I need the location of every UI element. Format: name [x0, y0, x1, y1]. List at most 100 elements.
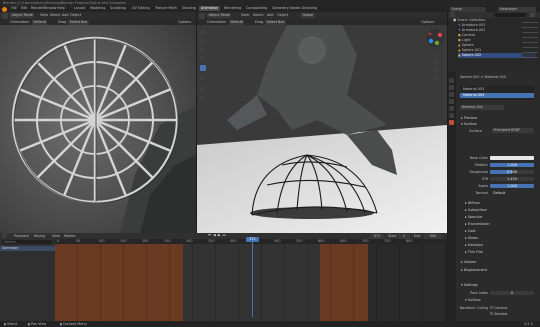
scene-selector[interactable]: Scene [450, 6, 486, 12]
rotate-tool-icon[interactable] [200, 56, 206, 62]
cursor-tool-icon[interactable] [200, 38, 206, 44]
tool-tab-icon[interactable] [449, 78, 454, 83]
material-name-field[interactable]: Material.004 [460, 105, 504, 110]
left-mode-dropdown[interactable]: Object Mode [10, 13, 35, 18]
specular-subsection[interactable]: ▸ Specular [465, 215, 483, 219]
right-menu-object[interactable]: Object [277, 13, 288, 17]
left-default-dropdown[interactable]: Default [32, 19, 48, 25]
sheen-subsection[interactable]: ▸ Sheen [465, 236, 478, 240]
outliner-search[interactable] [494, 13, 526, 17]
annotate-tool-icon[interactable] [200, 87, 206, 93]
filter-icon[interactable] [530, 13, 535, 17]
tab-compositing[interactable]: Compositing [244, 6, 269, 11]
preview-section[interactable]: ▸ Preview [461, 116, 477, 120]
settings-section[interactable]: ▾ Settings [461, 283, 478, 287]
playhead[interactable] [252, 237, 253, 317]
select-tool-icon[interactable] [200, 29, 206, 35]
right-mode-dropdown[interactable]: Object Mode [207, 13, 232, 18]
right-menu-view[interactable]: View [241, 13, 249, 17]
left-menu-add[interactable]: Add [62, 13, 69, 17]
material-slot[interactable]: Material.003 [463, 87, 484, 91]
left-viewport[interactable]: Object Mode View Select Add Object Orien… [0, 12, 196, 233]
tab-geometry-nodes[interactable]: Geometry Nodes [270, 6, 303, 11]
camera-checkbox[interactable]: Camera [490, 306, 507, 310]
camera-view-icon[interactable] [433, 68, 438, 73]
keying-menu[interactable]: Keying [34, 234, 45, 238]
volume-section[interactable]: ▸ Volume [461, 260, 476, 264]
tab-uv-editing[interactable]: UV Editing [130, 6, 152, 11]
tab-scripting[interactable]: Scripting [300, 6, 319, 11]
transform-orientation-dropdown[interactable]: Global [301, 13, 315, 18]
visibility-icons[interactable] [522, 20, 538, 60]
end-frame-field[interactable]: 500 [424, 233, 442, 239]
editor-type-icon[interactable] [2, 233, 7, 238]
navigation-gizmo[interactable] [425, 28, 445, 48]
pan-hand-icon[interactable] [433, 60, 438, 65]
render-tab-icon[interactable] [449, 85, 454, 90]
transmission-subsection[interactable]: ▸ Transmission [465, 222, 490, 226]
left-select-box[interactable]: Select Box [68, 19, 89, 25]
output-tab-icon[interactable] [449, 92, 454, 97]
timeline-search[interactable]: Search [2, 240, 52, 244]
pass-index-field[interactable]: 0 [490, 290, 534, 295]
menu-edit[interactable]: Edit [19, 6, 30, 11]
current-frame-field[interactable]: 371 [370, 233, 384, 239]
surface-shader-dropdown[interactable]: Principled BSDF [492, 128, 534, 133]
blender-logo-icon[interactable] [2, 6, 7, 12]
playback-menu[interactable]: Playback [14, 234, 29, 238]
modifier-tab-icon[interactable] [449, 113, 454, 118]
scale-tool-icon[interactable] [200, 65, 206, 71]
normal-field[interactable]: Default [490, 191, 534, 196]
playhead-label[interactable]: 371 [246, 237, 259, 242]
menu-file[interactable]: File [9, 6, 19, 11]
view-menu[interactable]: View [52, 234, 60, 238]
shadow-checkbox[interactable]: Shadow [490, 312, 507, 316]
right-menu-select[interactable]: Select [253, 13, 263, 17]
perspective-toggle-icon[interactable] [433, 76, 438, 81]
tab-sculpting[interactable]: Sculpting [108, 6, 128, 11]
left-options[interactable]: Options [178, 20, 191, 24]
diffuse-subsection[interactable]: ▸ Diffuse [465, 201, 480, 205]
left-menu-view[interactable]: View [40, 13, 48, 17]
tab-layout[interactable]: Layout [72, 6, 88, 11]
start-frame-field[interactable]: 1 [398, 233, 410, 239]
tab-animation[interactable]: Animation [199, 6, 221, 11]
roughness-field[interactable]: 0.500 [490, 169, 534, 174]
left-menu-select[interactable]: Select [50, 13, 60, 17]
marker-menu[interactable]: Marker [64, 234, 76, 238]
metallic-field[interactable]: 1.000 [490, 162, 534, 167]
move-tool-icon[interactable] [200, 47, 206, 53]
material-slot-active[interactable]: Material.004 [460, 93, 534, 98]
playback-controls[interactable]: ⏮ ◀ ▶ ⏭ [208, 233, 226, 237]
coat-subsection[interactable]: ▸ Coat [465, 229, 476, 233]
thin-film-subsection[interactable]: ▸ Thin Film [465, 250, 483, 254]
left-menu-object[interactable]: Object [70, 13, 81, 17]
menu-help[interactable]: Help [55, 6, 67, 11]
right-options[interactable]: Options [421, 20, 434, 24]
transform-tool-icon[interactable] [200, 74, 206, 80]
tab-shading[interactable]: Shading [180, 6, 198, 11]
tab-modeling[interactable]: Modeling [88, 6, 107, 11]
material-slot-list[interactable]: Material.003 Material.004 [460, 86, 534, 100]
alpha-field[interactable]: 1.000 [490, 183, 534, 188]
base-color-swatch[interactable] [490, 155, 534, 160]
subsurface-subsection[interactable]: ▸ Subsurface [465, 208, 487, 212]
right-default-dropdown[interactable]: Default [229, 19, 245, 25]
surface-section[interactable]: ▾ Surface [461, 122, 477, 126]
object-tab-icon[interactable] [449, 106, 454, 111]
right-menu-add[interactable]: Add [267, 13, 274, 17]
zoom-icon[interactable] [433, 52, 438, 57]
emission-subsection[interactable]: ▸ Emission [465, 243, 483, 247]
view-layer-selector[interactable]: ViewLayer [498, 6, 536, 12]
displacement-section[interactable]: ▸ Displacement [461, 268, 487, 272]
scene-tab-icon[interactable] [449, 99, 454, 104]
material-tab-icon[interactable] [449, 120, 454, 125]
right-select-box[interactable]: Select Box [265, 19, 286, 25]
tab-rendering[interactable]: Rendering [222, 6, 243, 11]
ior-field[interactable]: 1.450 [490, 176, 534, 181]
summary-channel[interactable]: Summary [0, 246, 55, 251]
tab-texture-paint[interactable]: Texture Paint [153, 6, 179, 11]
editor-type-icon[interactable] [2, 12, 8, 19]
editor-type-icon[interactable] [199, 12, 205, 19]
measure-tool-icon[interactable] [200, 96, 206, 102]
